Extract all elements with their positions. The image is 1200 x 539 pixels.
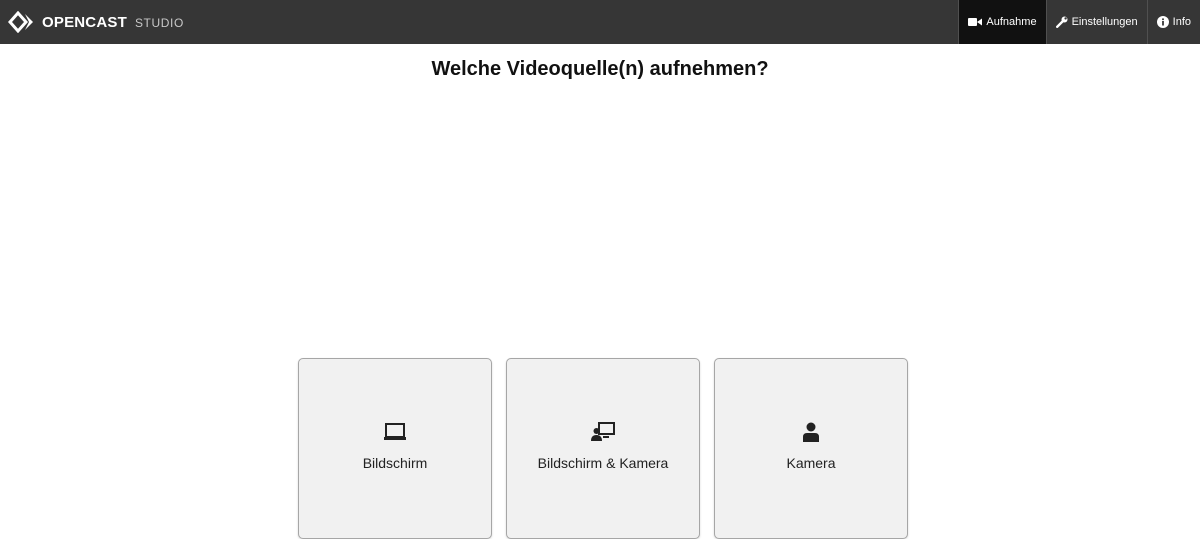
option-label: Kamera [786, 454, 836, 471]
option-label: Bildschirm [362, 454, 428, 471]
option-bildschirm-button[interactable]: Bildschirm [298, 358, 492, 539]
nav-item-label: Einstellungen [1071, 16, 1138, 28]
info-circle-icon [1156, 16, 1169, 28]
nav-item-label: Aufnahme [986, 16, 1037, 28]
top-navigation-bar: OPENCAST STUDIO Aufnahme Einstellungen I… [0, 0, 1200, 44]
option-label: Bildschirm & Kamera [537, 454, 669, 471]
main-nav: Aufnahme Einstellungen Info [958, 0, 1200, 44]
monitor-icon [384, 419, 406, 445]
presenter-screen-icon [591, 419, 615, 445]
nav-item-aufnahme[interactable]: Aufnahme [958, 0, 1046, 44]
option-kamera-button[interactable]: Kamera [714, 358, 908, 539]
nav-item-info[interactable]: Info [1146, 0, 1200, 44]
video-camera-icon [968, 17, 983, 27]
nav-item-einstellungen[interactable]: Einstellungen [1045, 0, 1147, 44]
wrench-icon [1055, 16, 1068, 28]
page-title: Welche Videoquelle(n) aufnehmen? [431, 58, 769, 80]
nav-item-label: Info [1172, 16, 1191, 28]
option-bildschirm-kamera-button[interactable]: Bildschirm & Kamera [506, 358, 700, 539]
brand-name: OPENCAST [42, 13, 127, 31]
user-icon [802, 419, 820, 445]
video-source-options: Bildschirm Bildschirm & Kamera Kamera [298, 358, 908, 539]
brand-subtitle: STUDIO [134, 16, 184, 30]
opencast-logo-icon [8, 11, 36, 33]
brand[interactable]: OPENCAST STUDIO [0, 0, 184, 44]
